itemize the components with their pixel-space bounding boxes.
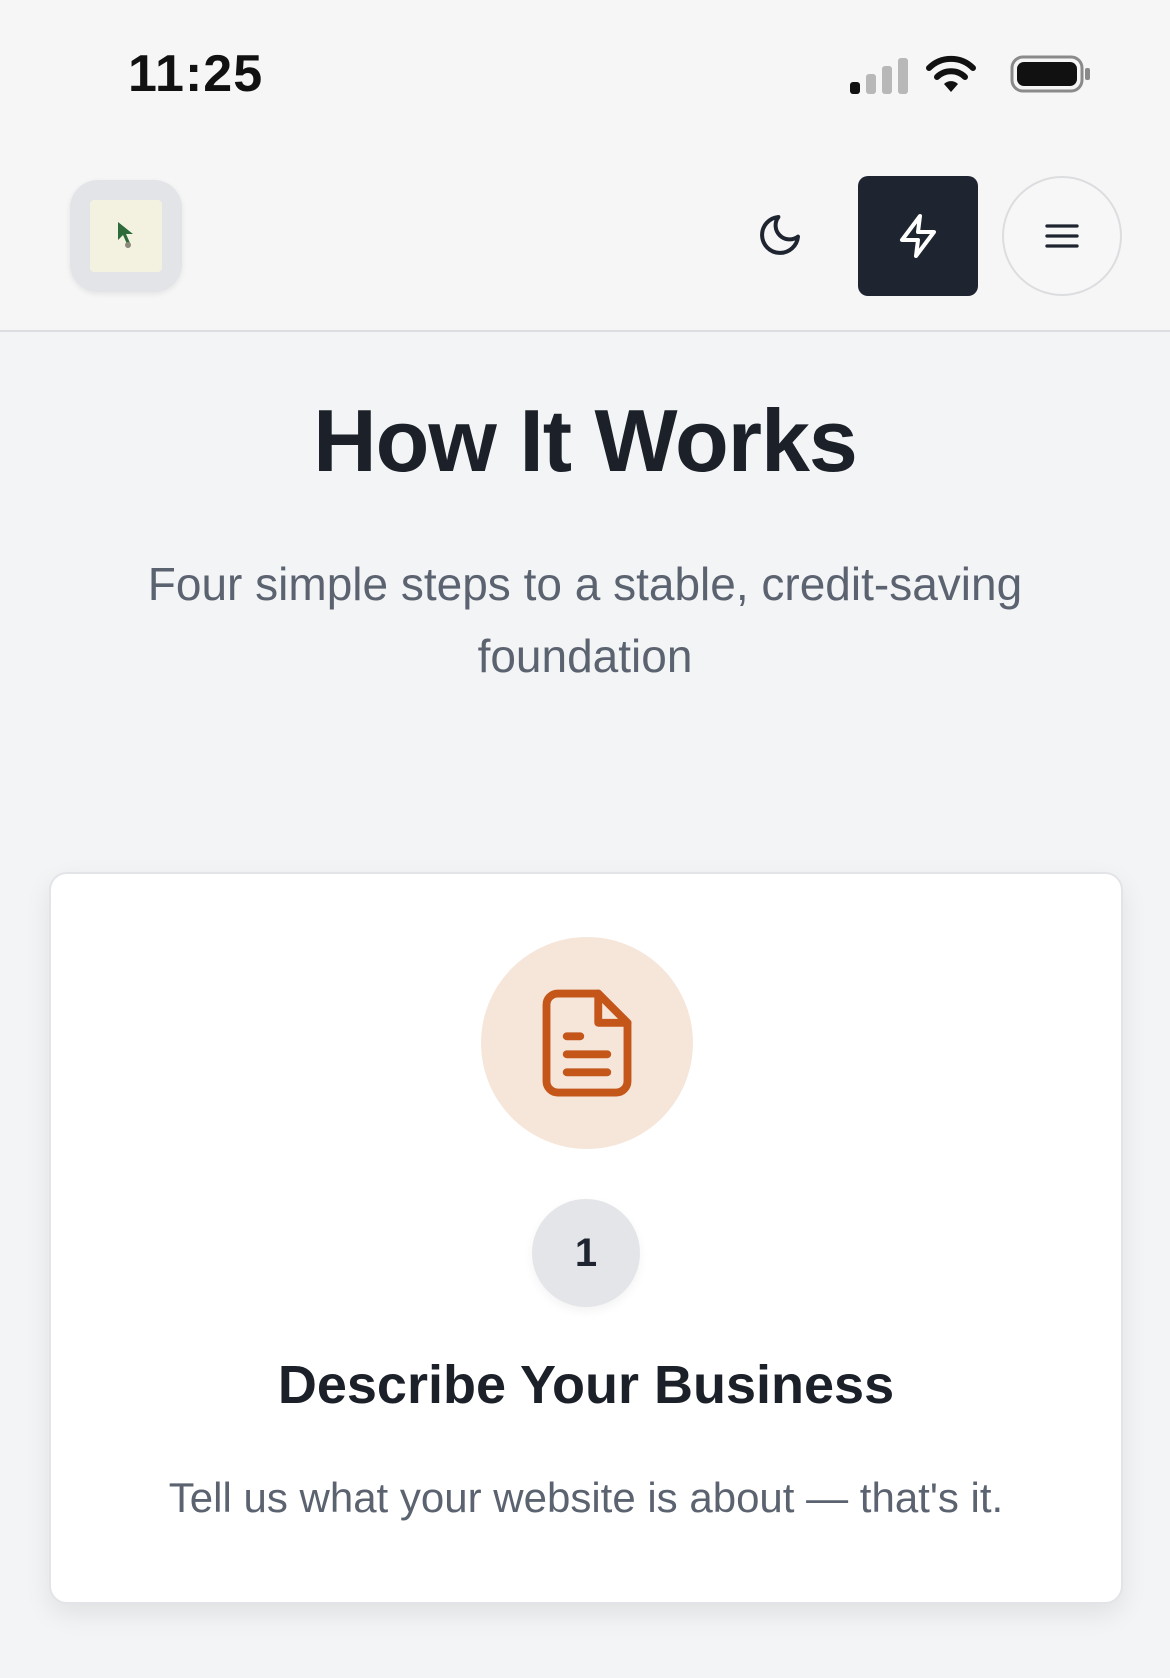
page-title: How It Works: [313, 391, 858, 490]
wifi-icon: [926, 55, 976, 92]
logo-icon: [118, 222, 133, 248]
menu-button[interactable]: [1002, 176, 1122, 296]
step-card: 1 Describe Your Business Tell us what yo…: [49, 872, 1123, 1604]
logo-button[interactable]: [70, 180, 182, 292]
step-number-badge: 1: [532, 1199, 640, 1307]
document-icon: [542, 989, 632, 1097]
cellular-signal-icon: [850, 58, 908, 94]
battery-icon: [1010, 55, 1090, 93]
step-description: Tell us what your website is about — tha…: [168, 1474, 1004, 1521]
quick-action-button[interactable]: [858, 176, 978, 296]
logo-image: [90, 200, 162, 272]
site-header: [0, 150, 1170, 332]
page-subtitle: Four simple steps to a stable, credit-sa…: [147, 558, 1023, 682]
moon-icon: [760, 215, 800, 255]
lightning-bolt-icon: [900, 214, 936, 258]
step-icon-badge: [481, 937, 693, 1149]
theme-toggle-button[interactable]: [740, 195, 820, 275]
step-title: Describe Your Business: [277, 1355, 895, 1415]
hamburger-menu-icon: [1045, 224, 1079, 248]
status-time: 11:25: [128, 45, 264, 103]
status-bar: 11:25: [0, 0, 1170, 150]
